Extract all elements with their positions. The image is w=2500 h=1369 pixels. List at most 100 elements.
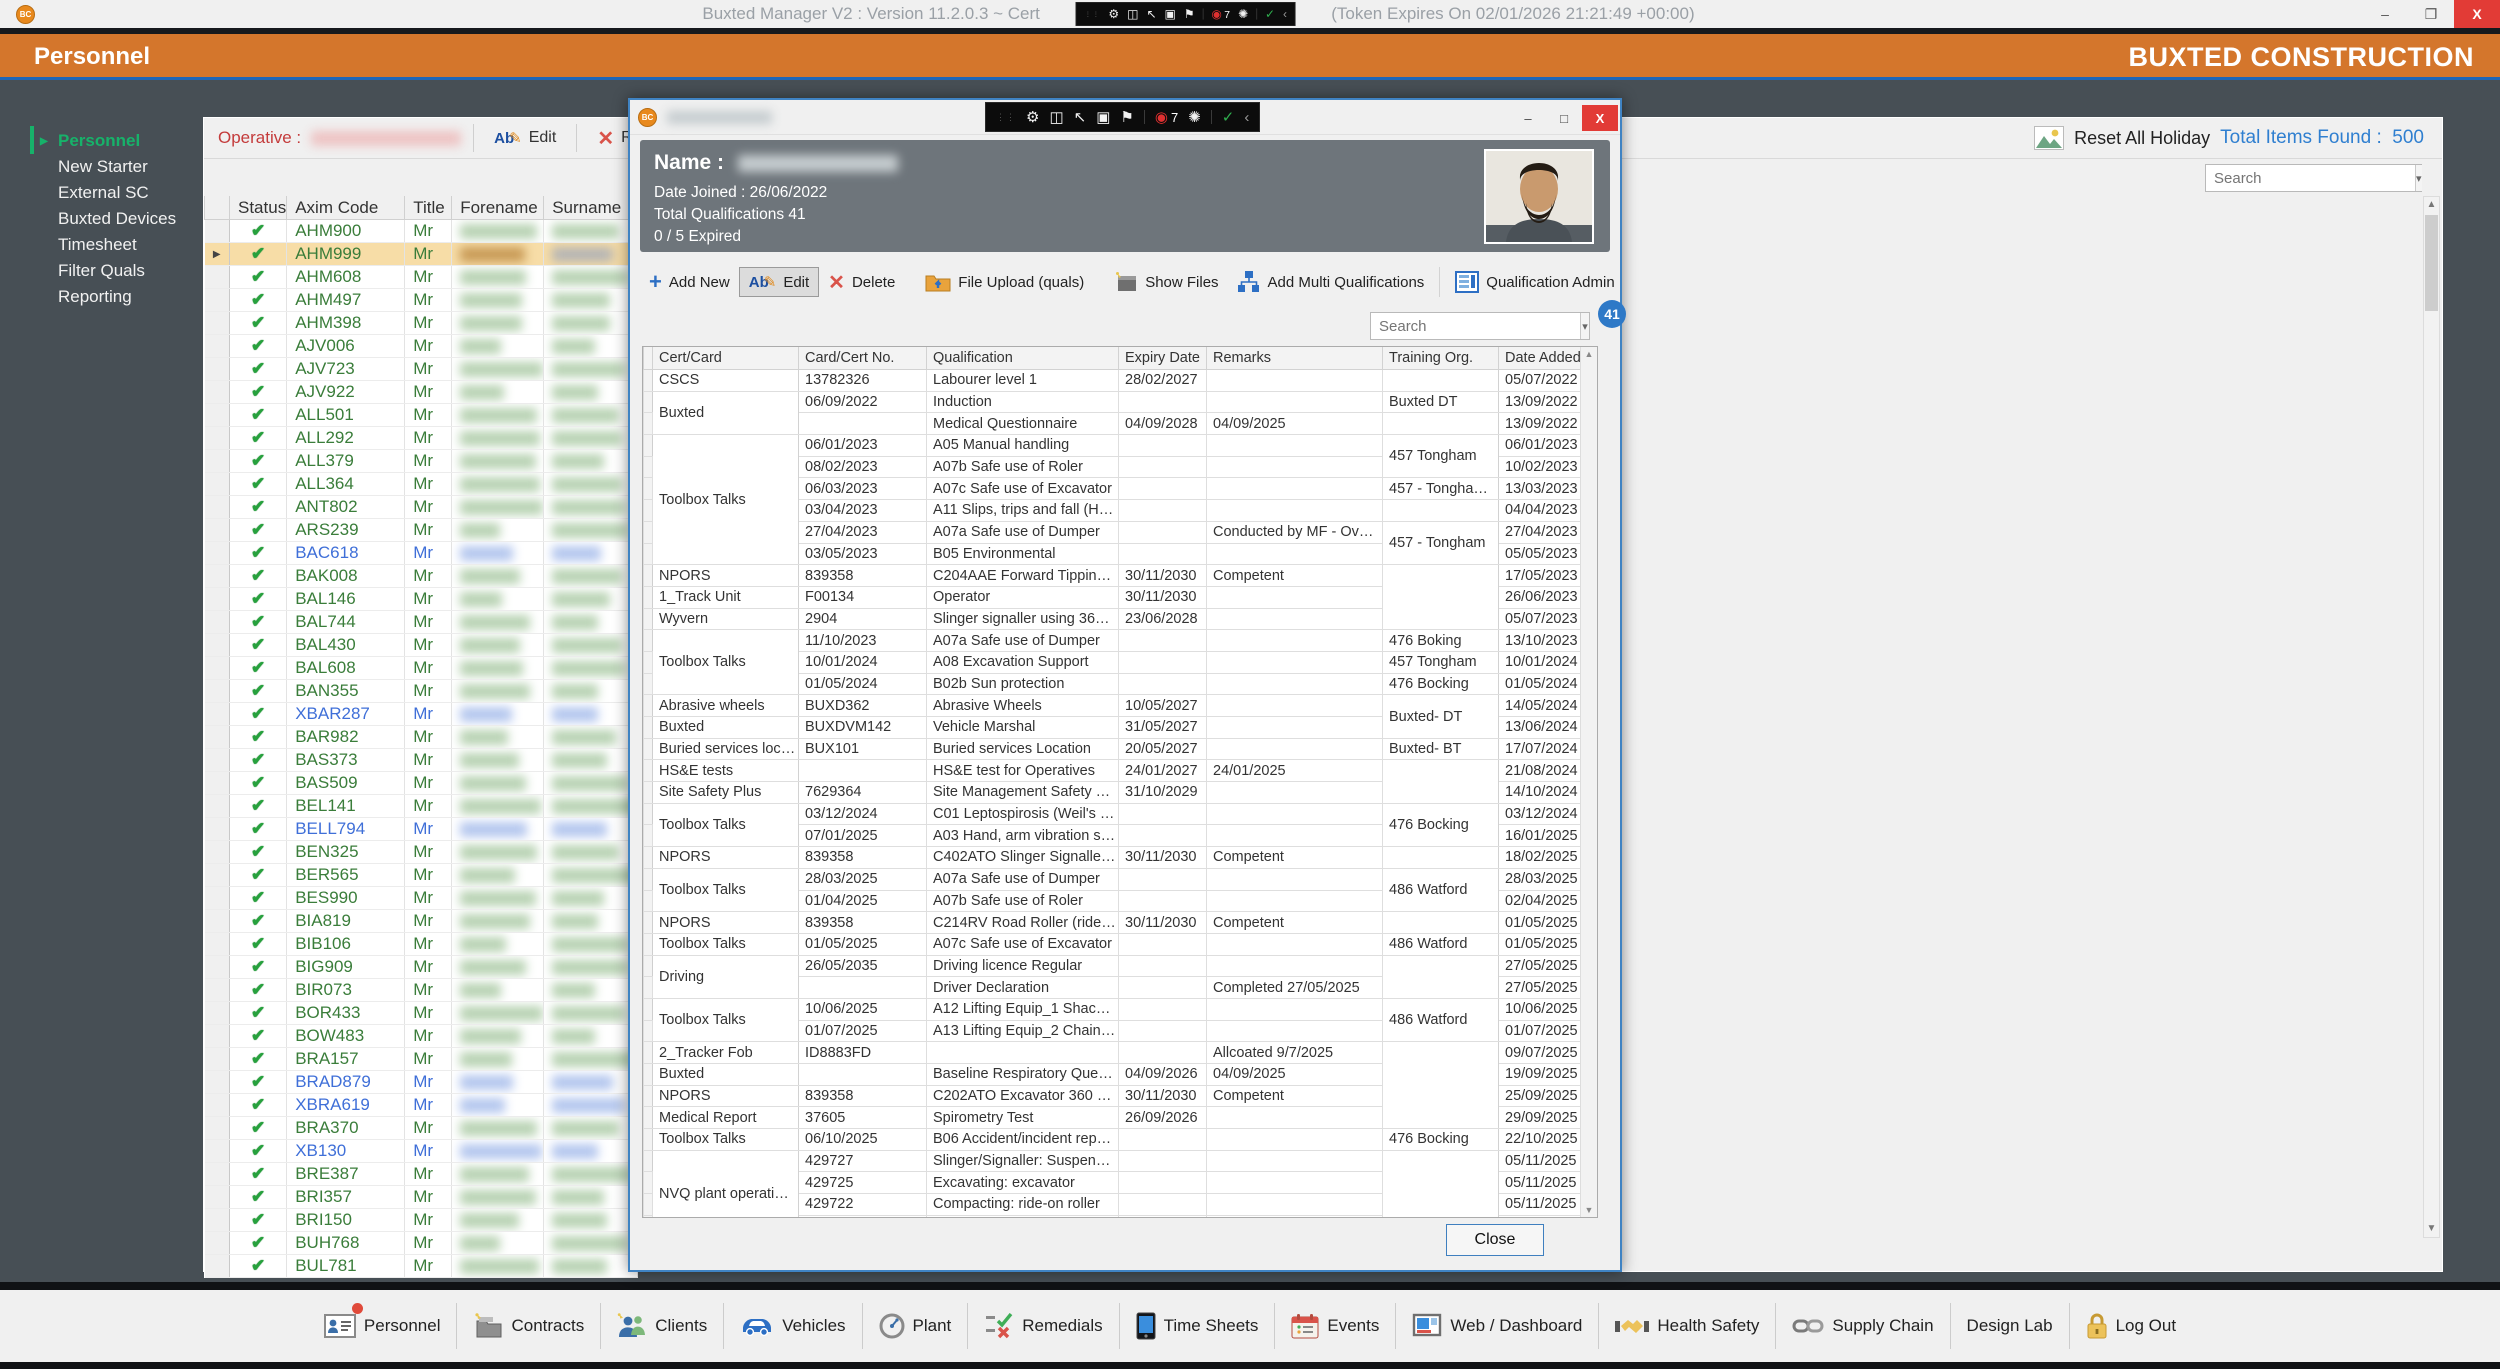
personnel-row[interactable]: ✔BEL141Mr bbox=[205, 795, 638, 818]
taskbar-item-events[interactable]: Events bbox=[1274, 1303, 1395, 1349]
scroll-thumb[interactable] bbox=[2425, 215, 2438, 311]
sidebar-item-filter-quals[interactable]: ▶Filter Quals bbox=[0, 258, 203, 284]
personnel-row[interactable]: ✔BES990Mr bbox=[205, 887, 638, 910]
personnel-row[interactable]: ✔AHM497Mr bbox=[205, 289, 638, 312]
qual-row[interactable]: Toolbox Talks06/10/2025B06 Accident/inci… bbox=[644, 1129, 1582, 1151]
personnel-row[interactable]: ✔ANT802Mr bbox=[205, 496, 638, 519]
personnel-search-combo[interactable]: ▾ bbox=[2205, 164, 2422, 192]
personnel-row[interactable]: ✔XB130Mr bbox=[205, 1140, 638, 1163]
taskbar-item-remedials[interactable]: Remedials bbox=[967, 1303, 1118, 1349]
qual-row[interactable]: Abrasive wheelsBUXD362Abrasive Wheels10/… bbox=[644, 695, 1582, 717]
col-qualification[interactable]: Qualification bbox=[927, 347, 1119, 370]
personnel-row[interactable]: ✔BRA370Mr bbox=[205, 1117, 638, 1140]
qual-row[interactable]: NVQ plant operations429727Slinger/Signal… bbox=[644, 1150, 1582, 1172]
personnel-row[interactable]: ✔BRE387Mr bbox=[205, 1163, 638, 1186]
chevron-down-icon[interactable]: ▾ bbox=[2415, 165, 2422, 191]
personnel-row[interactable]: ✔BOW483Mr bbox=[205, 1025, 638, 1048]
col-expiry[interactable]: Expiry Date bbox=[1119, 347, 1207, 370]
cursor-icon[interactable]: ↖ bbox=[1074, 110, 1087, 125]
qual-row[interactable]: Toolbox Talks06/01/2023A05 Manual handli… bbox=[644, 435, 1582, 457]
personnel-row[interactable]: ✔BAL608Mr bbox=[205, 657, 638, 680]
personnel-row[interactable]: ✔BAL146Mr bbox=[205, 588, 638, 611]
minimize-button[interactable]: – bbox=[2362, 0, 2408, 28]
qual-row[interactable]: NPORS839358C214RV Road Roller (ride on a… bbox=[644, 912, 1582, 934]
dialog-close-button[interactable]: X bbox=[1582, 105, 1618, 131]
qual-row[interactable]: NPORS839358C402ATO Slinger Signaller (At… bbox=[644, 847, 1582, 869]
taskbar-item-vehicles[interactable]: Vehicles bbox=[723, 1303, 861, 1349]
taskbar-item-web-dashboard[interactable]: Web / Dashboard bbox=[1395, 1303, 1598, 1349]
stop-icon[interactable]: ▣ bbox=[1164, 8, 1175, 20]
personnel-row[interactable]: ✔XBAR287Mr bbox=[205, 703, 638, 726]
qual-row[interactable]: Toolbox Talks28/03/2025A07a Safe use of … bbox=[644, 868, 1582, 890]
personnel-row[interactable]: ✔BRA157Mr bbox=[205, 1048, 638, 1071]
personnel-search-input[interactable] bbox=[2206, 169, 2415, 188]
sidebar-item-external-sc[interactable]: ▶External SC bbox=[0, 180, 203, 206]
personnel-row[interactable]: ✔AHM398Mr bbox=[205, 312, 638, 335]
pin-icon[interactable]: ⚑ bbox=[1184, 8, 1195, 20]
personnel-row[interactable]: ✔AJV723Mr bbox=[205, 358, 638, 381]
sidebar-item-reporting[interactable]: ▶Reporting bbox=[0, 284, 203, 310]
scroll-up-icon[interactable]: ▲ bbox=[2424, 197, 2439, 213]
personnel-row[interactable]: ✔BIA819Mr bbox=[205, 910, 638, 933]
reset-all-holiday-button[interactable]: Reset All Holiday bbox=[2074, 128, 2210, 149]
quals-scrollbar[interactable]: ▲ ▼ bbox=[1580, 347, 1597, 1217]
col-date-added[interactable]: Date Added bbox=[1499, 347, 1582, 370]
delete-qualification-button[interactable]: ✕Delete bbox=[819, 265, 904, 300]
record-icon[interactable]: ◉ bbox=[1211, 8, 1221, 20]
personnel-row[interactable]: ✔BRI150Mr bbox=[205, 1209, 638, 1232]
dialog-close-action-button[interactable]: Close bbox=[1446, 1224, 1544, 1256]
qual-row[interactable]: Toolbox Talks03/12/2024C01 Leptospirosis… bbox=[644, 803, 1582, 825]
personnel-row[interactable]: ✔BAK008Mr bbox=[205, 565, 638, 588]
show-files-button[interactable]: Show Files bbox=[1105, 267, 1227, 297]
qualification-search-input[interactable] bbox=[1371, 317, 1580, 336]
add-multi-qualifications-button[interactable]: Add Multi Qualifications bbox=[1228, 265, 1434, 299]
scroll-up-icon[interactable]: ▲ bbox=[1581, 347, 1597, 361]
personnel-row[interactable]: ✔BAC618Mr bbox=[205, 542, 638, 565]
qual-row[interactable]: Toolbox Talks01/05/2025A07c Safe use of … bbox=[644, 933, 1582, 955]
personnel-row[interactable]: ✔BER565Mr bbox=[205, 864, 638, 887]
personnel-row[interactable]: ✔ALL364Mr bbox=[205, 473, 638, 496]
qual-row[interactable]: Buried services locationBUX101Buried ser… bbox=[644, 738, 1582, 760]
dialog-minimize-button[interactable]: – bbox=[1510, 105, 1546, 131]
sidebar-item-timesheet[interactable]: ▶Timesheet bbox=[0, 232, 203, 258]
edit-operative-button[interactable]: Ab✎ Edit bbox=[486, 125, 564, 152]
personnel-row[interactable]: ✔AHM900Mr bbox=[205, 220, 638, 243]
personnel-row[interactable]: ✔AJV922Mr bbox=[205, 381, 638, 404]
accessibility-icon[interactable]: ✺ bbox=[1238, 8, 1248, 20]
qual-row[interactable]: Toolbox Talks11/10/2023A07a Safe use of … bbox=[644, 630, 1582, 652]
collapse-icon[interactable]: ‹ bbox=[1244, 110, 1249, 125]
personnel-row[interactable]: ✔BEN325Mr bbox=[205, 841, 638, 864]
camera-icon[interactable]: ◫ bbox=[1127, 8, 1138, 20]
close-button[interactable]: X bbox=[2454, 0, 2500, 28]
taskbar-item-plant[interactable]: Plant bbox=[862, 1303, 968, 1349]
sidebar-item-buxted-devices[interactable]: ▶Buxted Devices bbox=[0, 206, 203, 232]
personnel-row[interactable]: ✔BRI357Mr bbox=[205, 1186, 638, 1209]
taskbar-item-design-lab[interactable]: Design Lab bbox=[1950, 1303, 2069, 1349]
taskbar-item-personnel[interactable]: Personnel bbox=[308, 1303, 457, 1349]
qual-row[interactable]: HS&E testsHS&E test for Operatives24/01/… bbox=[644, 760, 1582, 782]
personnel-row[interactable]: ✔XBRA619Mr bbox=[205, 1094, 638, 1117]
camera-icon[interactable]: ◫ bbox=[1049, 110, 1063, 125]
personnel-row[interactable]: ✔ALL379Mr bbox=[205, 450, 638, 473]
pin-icon[interactable]: ⚑ bbox=[1120, 110, 1133, 125]
recorder-overlay-toolbar[interactable]: ⋮⋮⚙◫↖▣⚑◉7✺✓‹ bbox=[1075, 2, 1295, 26]
personnel-row[interactable]: ✔BUH768Mr bbox=[205, 1232, 638, 1255]
col-surname[interactable]: Surname bbox=[544, 196, 638, 220]
personnel-scrollbar[interactable]: ▲ ▼ bbox=[2423, 196, 2440, 1238]
qual-row[interactable]: Toolbox Talks10/06/2025A12 Lifting Equip… bbox=[644, 998, 1582, 1020]
cursor-icon[interactable]: ↖ bbox=[1146, 8, 1156, 20]
recorder-overlay-toolbar[interactable]: ⋮⋮⚙◫↖▣⚑◉7✺✓‹ bbox=[985, 102, 1260, 132]
scroll-down-icon[interactable]: ▼ bbox=[1581, 1203, 1597, 1217]
record-settings-icon[interactable]: ⚙ bbox=[1026, 110, 1039, 125]
taskbar-item-log-out[interactable]: Log Out bbox=[2069, 1303, 2193, 1349]
taskbar-item-time-sheets[interactable]: Time Sheets bbox=[1119, 1303, 1275, 1349]
qual-row[interactable]: NPORS839358C204AAE Forward Tipping Dumpe… bbox=[644, 565, 1582, 587]
sidebar-item-new-starter[interactable]: ▶New Starter bbox=[0, 154, 203, 180]
taskbar-item-supply-chain[interactable]: Supply Chain bbox=[1775, 1303, 1949, 1349]
col-cert-card[interactable]: Cert/Card bbox=[653, 347, 799, 370]
qual-row[interactable]: Buxted06/09/2022InductionBuxted DT13/09/… bbox=[644, 391, 1582, 413]
personnel-row[interactable]: ✔BAL744Mr bbox=[205, 611, 638, 634]
qual-row[interactable]: 2_Tracker FobID8883FDAllcoated 9/7/20250… bbox=[644, 1042, 1582, 1064]
personnel-row[interactable]: ✔ALL501Mr bbox=[205, 404, 638, 427]
personnel-row[interactable]: ✔ALL292Mr bbox=[205, 427, 638, 450]
